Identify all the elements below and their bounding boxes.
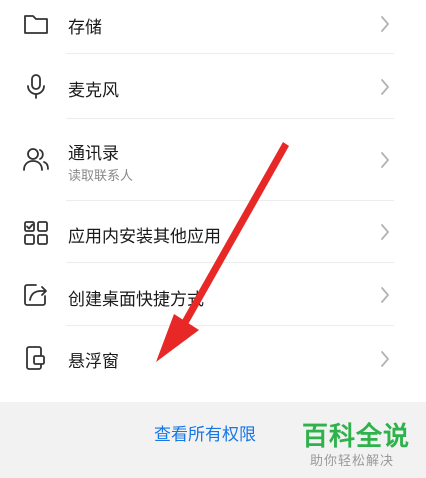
view-all-permissions-link[interactable]: 查看所有权限 [154,420,256,445]
permission-title: 创建桌面快捷方式 [68,290,204,310]
permission-title: 存储 [68,18,102,38]
shortcut-icon [22,281,50,309]
permission-item-contacts[interactable]: 通讯录 读取联系人 [0,119,426,200]
contacts-icon [22,145,50,173]
chevron-right-icon [378,78,392,96]
watermark-title: 百科全说 [302,422,411,452]
permissions-list: 存储 麦克风 通讯录 读取联系人 应用内安装其他应用 创建桌面快捷方式 悬浮窗 [0,0,426,402]
floating-window-icon [22,344,50,372]
chevron-right-icon [378,15,392,33]
chevron-right-icon [378,286,392,304]
chevron-right-icon [378,350,392,368]
folder-icon [22,10,50,38]
permission-title: 麦克风 [68,81,119,101]
permission-item-storage[interactable]: 存储 [0,0,426,50]
chevron-right-icon [378,223,392,241]
permission-title: 通讯录 [68,144,119,164]
permission-item-install-apps[interactable]: 应用内安装其他应用 [0,201,426,262]
chevron-right-icon [378,151,392,169]
permission-item-microphone[interactable]: 麦克风 [0,54,426,118]
watermark-subtitle: 助你轻松解决 [310,454,395,469]
apps-grid-icon [22,219,50,247]
permission-title: 应用内安装其他应用 [68,227,221,247]
permission-subtitle: 读取联系人 [68,169,134,184]
permission-title: 悬浮窗 [68,352,119,372]
microphone-icon [22,72,50,100]
permission-item-desktop-shortcut[interactable]: 创建桌面快捷方式 [0,263,426,325]
permission-item-floating-window[interactable]: 悬浮窗 [0,326,426,392]
